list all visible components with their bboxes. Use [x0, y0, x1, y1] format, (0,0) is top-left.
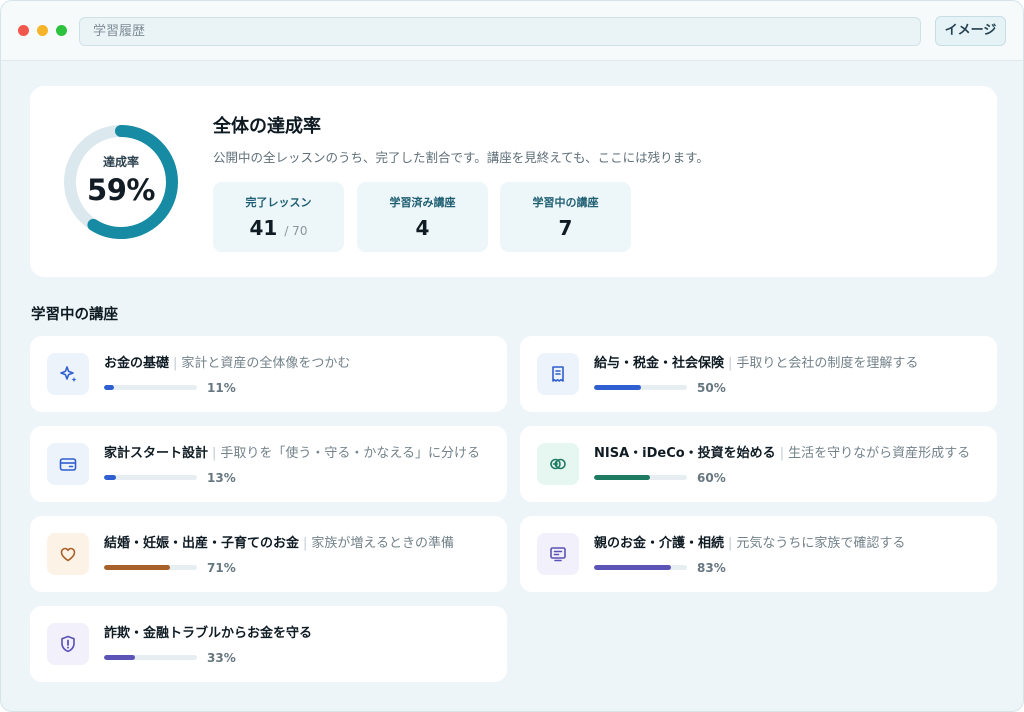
progress-bar-fill — [104, 475, 117, 480]
summary-title: 全体の達成率 — [213, 116, 321, 137]
progress-bar — [594, 565, 687, 570]
course-subtitle: 元気なうちに家族で確認する — [736, 536, 906, 551]
course-subtitle: 生活を守りながら資産形成する — [788, 446, 971, 461]
course-name: 詐欺・金融トラブルからお金を守る — [104, 626, 313, 641]
progress-bar — [104, 655, 197, 660]
heart-icon — [47, 533, 89, 575]
course-card[interactable]: 給与・税金・社会保険 | 手取りと会社の制度を理解する 50% — [520, 336, 997, 412]
progress-bar — [104, 565, 197, 570]
course-heading: 家計スタート設計 | 手取りを「使う・守る・かなえる」に分ける — [104, 442, 480, 461]
course-card[interactable]: 詐欺・金融トラブルからお金を守る 33% — [30, 606, 507, 682]
minimize-window-button[interactable] — [37, 25, 48, 36]
progress-percent: 13% — [207, 471, 236, 485]
course-subtitle: 家計と資産の全体像をつかむ — [181, 356, 351, 371]
maximize-window-button[interactable] — [56, 25, 67, 36]
progress-bar-fill — [104, 385, 115, 390]
image-button[interactable]: イメージ — [935, 16, 1006, 46]
separator: | — [173, 356, 178, 371]
course-name: NISA・iDeCo・投資を始める — [594, 446, 776, 461]
summary-description: 公開中の全レッスンのうち、完了した割合です。講座を見終えても、ここには残ります。 — [213, 150, 709, 165]
progress-bar-fill — [594, 565, 672, 570]
course-heading: NISA・iDeCo・投資を始める | 生活を守りながら資産形成する — [594, 442, 970, 461]
course-card[interactable]: NISA・iDeCo・投資を始める | 生活を守りながら資産形成する 60% — [520, 426, 997, 502]
close-window-button[interactable] — [18, 25, 29, 36]
separator: | — [212, 446, 217, 461]
course-name: お金の基礎 — [104, 356, 170, 371]
course-heading: 詐欺・金融トラブルからお金を守る — [104, 622, 312, 641]
progress-bar — [104, 475, 197, 480]
separator: | — [728, 536, 733, 551]
course-card[interactable]: 親のお金・介護・相続 | 元気なうちに家族で確認する 83% — [520, 516, 997, 592]
course-card[interactable]: お金の基礎 | 家計と資産の全体像をつかむ 11% — [30, 336, 507, 412]
ring-label: 達成率 — [102, 155, 139, 169]
address-bar[interactable]: 学習履歴 — [79, 17, 921, 46]
course-card[interactable]: 結婚・妊娠・出産・子育てのお金 | 家族が増えるときの準備 71% — [30, 516, 507, 592]
progress-bar-fill — [104, 655, 135, 660]
coins-icon — [537, 443, 579, 485]
title-bar: 学習履歴 イメージ — [1, 1, 1023, 61]
course-subtitle: 手取りを「使う・守る・かなえる」に分ける — [220, 446, 481, 461]
course-subtitle: 家族が増えるときの準備 — [311, 536, 455, 551]
stat-active-courses: 学習中の講座 7 — [500, 182, 631, 252]
course-heading: 結婚・妊娠・出産・子育てのお金 | 家族が増えるときの準備 — [104, 532, 454, 551]
progress-bar-fill — [594, 385, 641, 390]
course-card[interactable]: 家計スタート設計 | 手取りを「使う・守る・かなえる」に分ける 13% — [30, 426, 507, 502]
course-heading: 給与・税金・社会保険 | 手取りと会社の制度を理解する — [594, 352, 918, 371]
progress-percent: 83% — [697, 561, 726, 575]
course-heading: 親のお金・介護・相続 | 元気なうちに家族で確認する — [594, 532, 905, 551]
stat-total: / 70 — [284, 224, 308, 238]
shield-icon — [47, 623, 89, 665]
progress-percent: 71% — [207, 561, 236, 575]
course-name: 家計スタート設計 — [104, 446, 209, 461]
monitor-icon — [537, 533, 579, 575]
progress-bar — [594, 475, 687, 480]
progress-percent: 60% — [697, 471, 726, 485]
stat-label: 完了レッスン — [245, 196, 312, 209]
progress-percent: 33% — [207, 651, 236, 665]
course-name: 結婚・妊娠・出産・子育てのお金 — [104, 536, 300, 551]
progress-percent: 11% — [207, 381, 236, 395]
progress-percent: 50% — [697, 381, 726, 395]
section-title: 学習中の講座 — [31, 307, 118, 323]
course-name: 給与・税金・社会保険 — [594, 356, 725, 371]
course-subtitle: 手取りと会社の制度を理解する — [736, 356, 919, 371]
progress-bar — [104, 385, 197, 390]
separator: | — [728, 356, 733, 371]
progress-bar — [594, 385, 687, 390]
stat-label: 学習中の講座 — [532, 196, 599, 209]
stat-value: 7 — [558, 216, 573, 240]
stat-value: 4 — [415, 216, 430, 240]
app-window: 学習履歴 イメージ 達成率 59% 全体の達成率 公開中の全レッスンのうち、完了… — [0, 0, 1024, 712]
card-icon — [47, 443, 89, 485]
stat-finished-courses: 学習済み講座 4 — [357, 182, 488, 252]
receipt-icon — [537, 353, 579, 395]
ring-value: 59% — [87, 173, 155, 207]
stat-completed-lessons: 完了レッスン 41 / 70 — [213, 182, 344, 252]
separator: | — [779, 446, 785, 461]
stat-value: 41 / 70 — [249, 216, 308, 240]
stat-label: 学習済み講座 — [389, 196, 456, 209]
course-heading: お金の基礎 | 家計と資産の全体像をつかむ — [104, 352, 350, 371]
progress-bar-fill — [104, 565, 171, 570]
overall-progress-card: 達成率 59% 全体の達成率 公開中の全レッスンのうち、完了した割合です。講座を… — [30, 86, 997, 277]
course-name: 親のお金・介護・相続 — [594, 536, 725, 551]
separator: | — [303, 536, 308, 551]
sparkle-icon — [47, 353, 89, 395]
progress-bar-fill — [594, 475, 650, 480]
